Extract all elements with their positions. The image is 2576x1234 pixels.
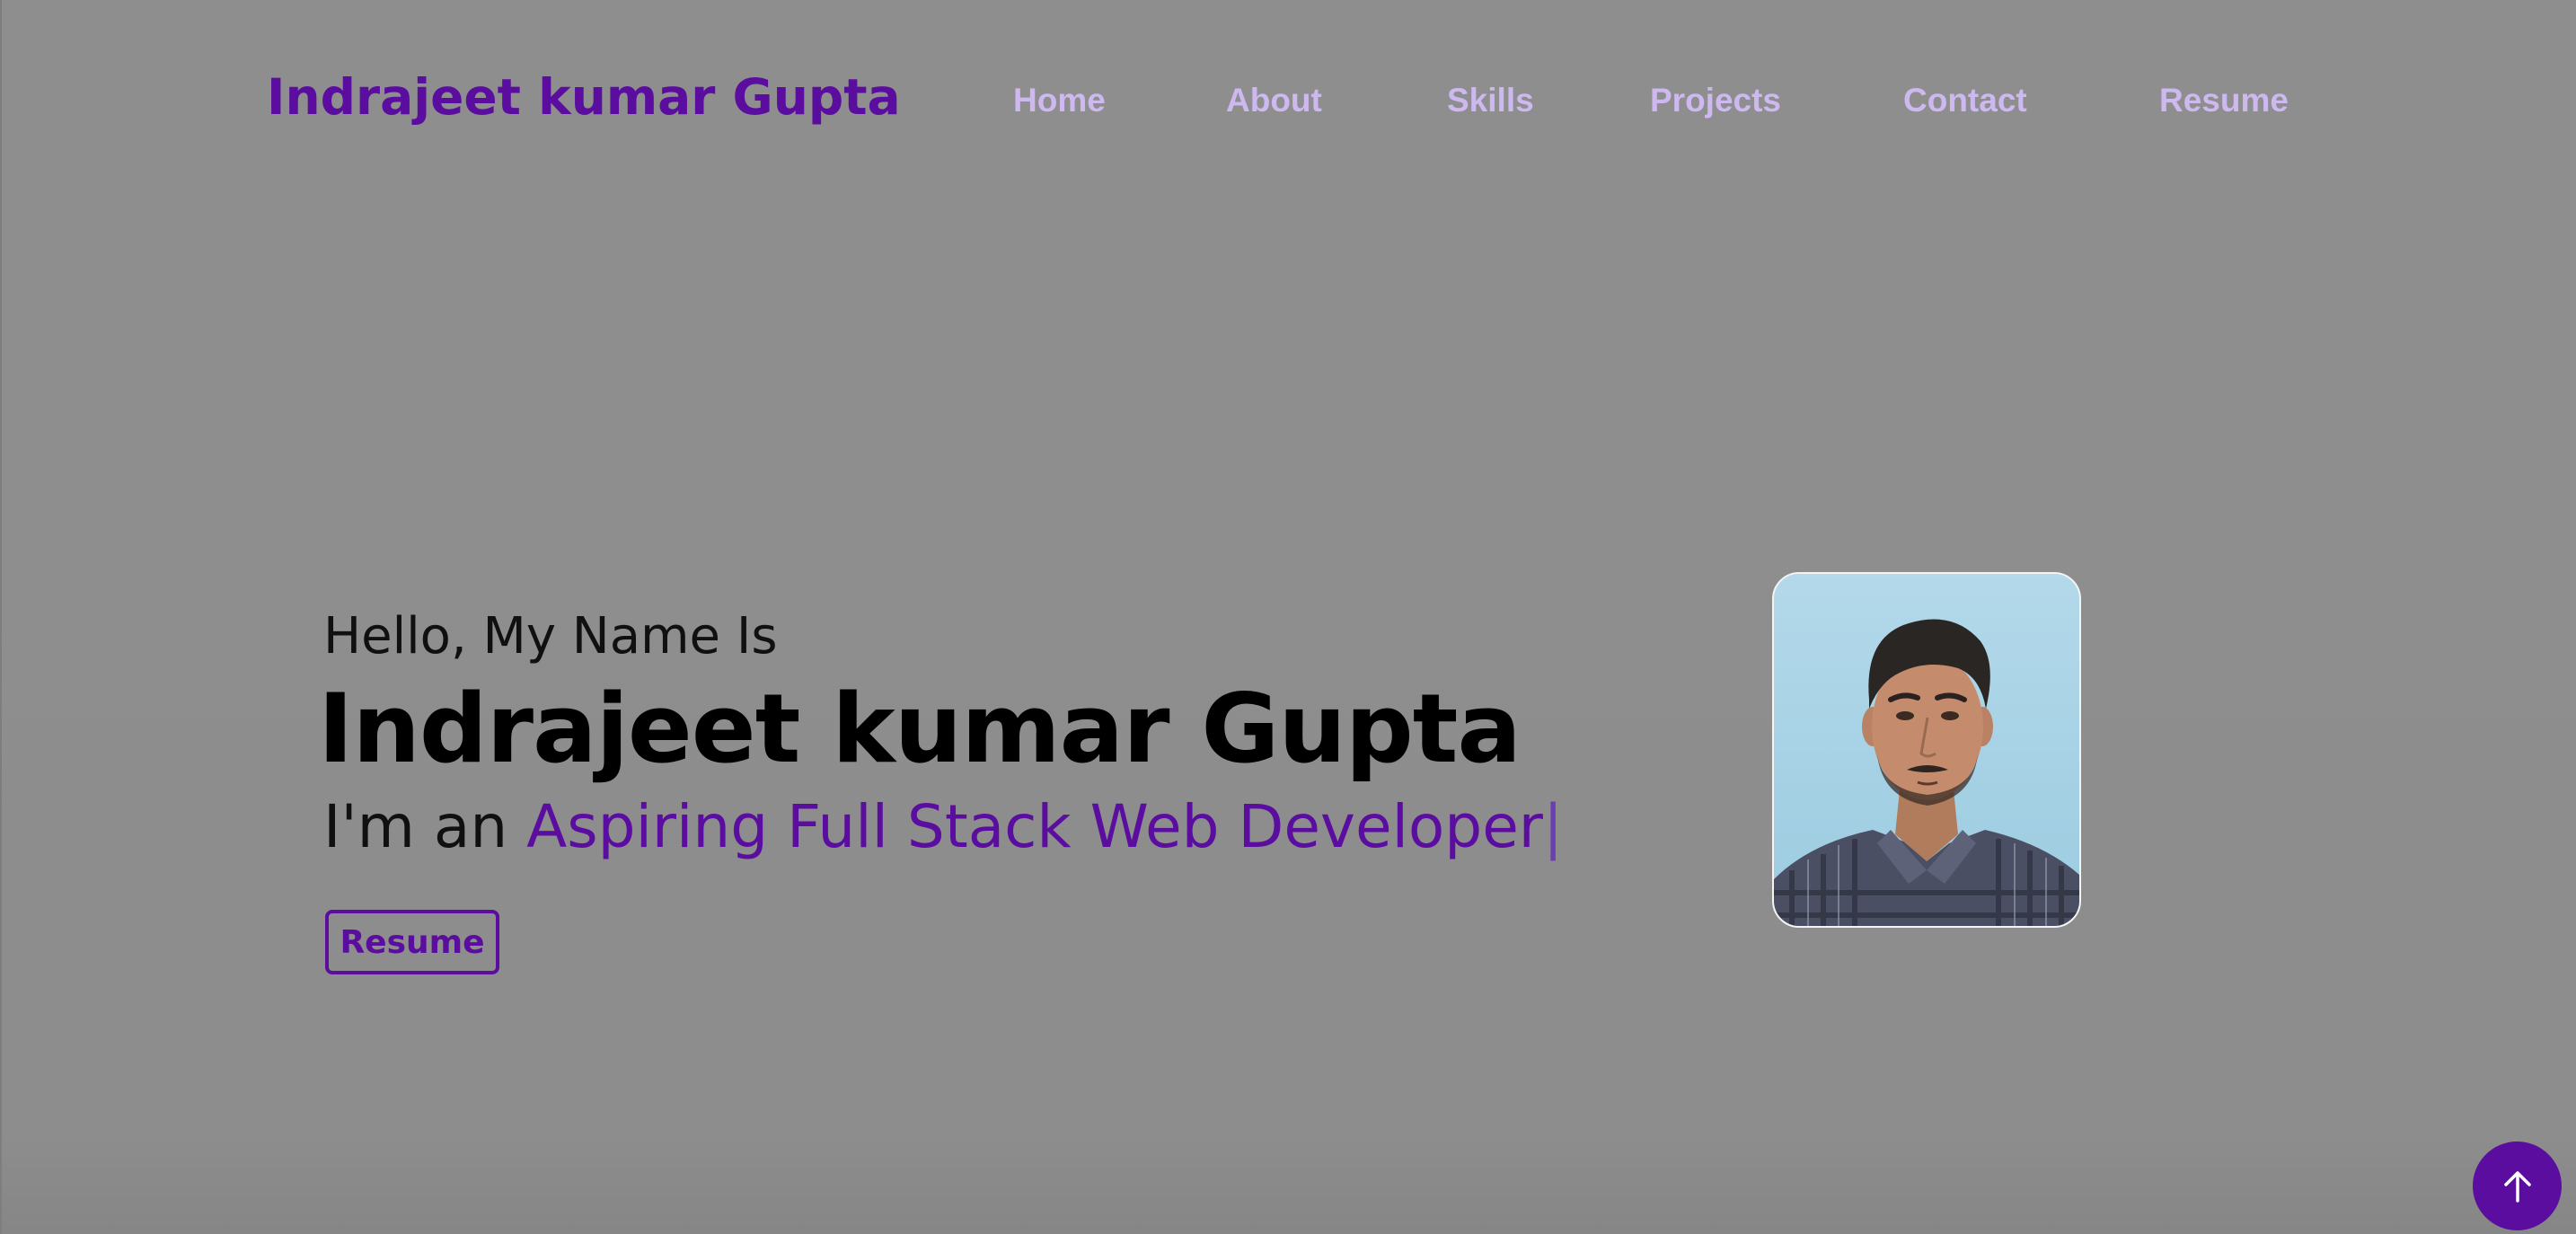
- tagline-role: Aspiring Full Stack Web Developer: [526, 792, 1543, 861]
- typing-cursor: |: [1542, 792, 1564, 861]
- hero-tagline: I'm an Aspiring Full Stack Web Developer…: [323, 792, 1563, 861]
- brand-logo[interactable]: Indrajeet kumar Gupta: [267, 68, 901, 126]
- nav-projects[interactable]: Projects: [1650, 82, 1781, 119]
- tagline-prefix: I'm an: [323, 792, 527, 861]
- nav-about[interactable]: About: [1226, 82, 1322, 119]
- hero-greeting: Hello, My Name Is: [323, 607, 778, 665]
- profile-photo: [1772, 572, 2081, 928]
- arrow-up-icon: [2503, 1170, 2531, 1203]
- nav-contact[interactable]: Contact: [1903, 82, 2027, 119]
- nav-skills[interactable]: Skills: [1447, 82, 1534, 119]
- nav-home[interactable]: Home: [1013, 82, 1106, 119]
- resume-button[interactable]: Resume: [325, 910, 499, 974]
- nav-resume[interactable]: Resume: [2159, 82, 2289, 119]
- scroll-top-button[interactable]: [2473, 1141, 2562, 1230]
- portfolio-page: Indrajeet kumar Gupta Home About Skills …: [0, 0, 2576, 1234]
- profile-portrait-image: [1774, 574, 2079, 926]
- hero-name: Indrajeet kumar Gupta: [318, 674, 1522, 784]
